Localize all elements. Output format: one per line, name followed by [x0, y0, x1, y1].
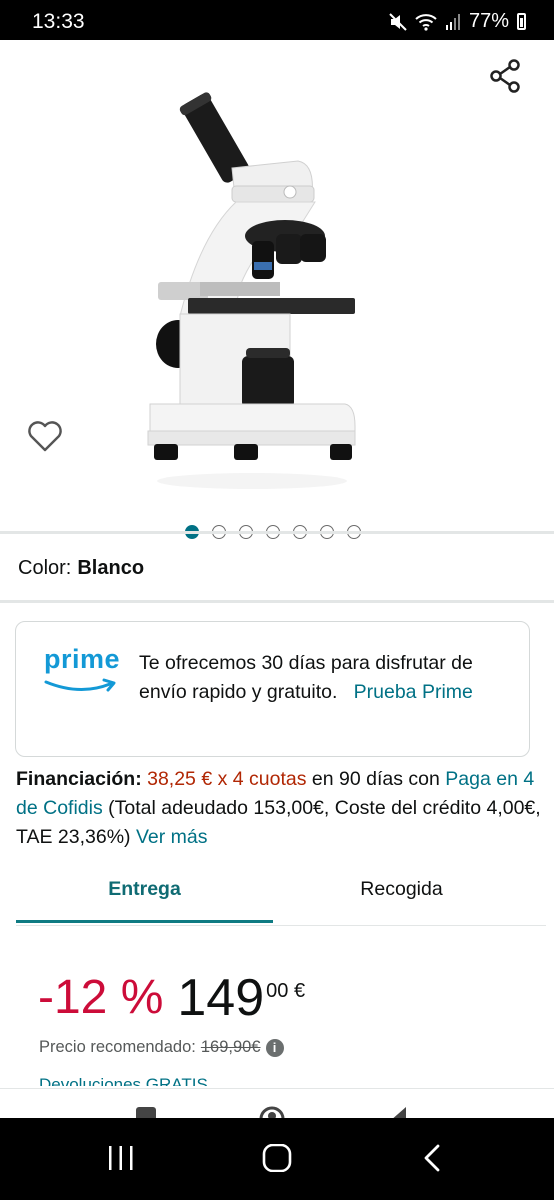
tab-pickup[interactable]: Recogida [273, 878, 530, 901]
home-button-icon[interactable] [262, 1144, 292, 1172]
prime-trial-link[interactable]: Prueba Prime [354, 681, 473, 703]
financing-info: Financiación: 38,25 € x 4 cuotas en 90 d… [16, 765, 541, 852]
back-triangle-icon[interactable] [386, 1105, 410, 1118]
price-fraction: 00 € [266, 980, 306, 1002]
price-whole: 149 [177, 969, 265, 1027]
wifi-icon [415, 13, 437, 31]
home-icon[interactable] [134, 1105, 158, 1118]
price-block: -12 % 149 00 € [38, 968, 305, 1028]
signal-icon [445, 13, 460, 30]
recommended-price: Precio recomendado: 169,90€ i [39, 1038, 284, 1057]
account-icon[interactable] [258, 1105, 286, 1118]
share-icon[interactable] [488, 58, 524, 94]
system-nav-bar [0, 1118, 554, 1200]
financing-installments: 38,25 € x 4 cuotas [147, 768, 307, 790]
divider [0, 600, 554, 603]
heart-icon[interactable] [26, 418, 64, 454]
tab-delivery[interactable]: Entrega [16, 878, 273, 901]
prime-logo-text: prime [44, 644, 121, 674]
financing-label: Financiación: [16, 768, 142, 790]
active-tab-indicator [16, 920, 273, 923]
free-returns-link[interactable]: Devoluciones GRATIS [39, 1074, 208, 1086]
back-icon[interactable] [420, 1144, 444, 1172]
color-label: Color: [18, 557, 72, 579]
mute-icon [389, 12, 407, 31]
rrp-value: 169,90€ [200, 1038, 261, 1056]
prime-logo: prime [44, 644, 122, 694]
product-gallery[interactable] [0, 40, 554, 539]
app-bottom-bar [0, 1088, 554, 1118]
prime-promo-text: Te ofrecemos 30 días para disfrutar de e… [139, 649, 514, 707]
battery-icon [517, 13, 526, 30]
info-icon[interactable]: i [265, 1038, 284, 1057]
recent-apps-icon[interactable] [106, 1144, 136, 1172]
rrp-label: Precio recomendado: [39, 1038, 196, 1056]
battery-percent: 77% [468, 10, 509, 32]
financing-text: en 90 días con [306, 768, 446, 790]
status-icons: 77% [389, 10, 526, 33]
see-more-link[interactable]: Ver más [136, 826, 208, 848]
status-bar: 13:33 77% [0, 0, 554, 40]
delivery-tabs: Entrega Recogida [16, 870, 546, 926]
discount-percent: -12 % [38, 971, 164, 1024]
color-selector[interactable]: Color: Blanco [18, 557, 144, 580]
product-image[interactable] [140, 86, 365, 496]
divider [0, 531, 554, 534]
status-time: 13:33 [32, 10, 85, 33]
prime-smile-icon [44, 678, 116, 692]
color-value: Blanco [77, 557, 145, 579]
prime-promo-card[interactable]: prime Te ofrecemos 30 días para disfruta… [15, 621, 530, 757]
